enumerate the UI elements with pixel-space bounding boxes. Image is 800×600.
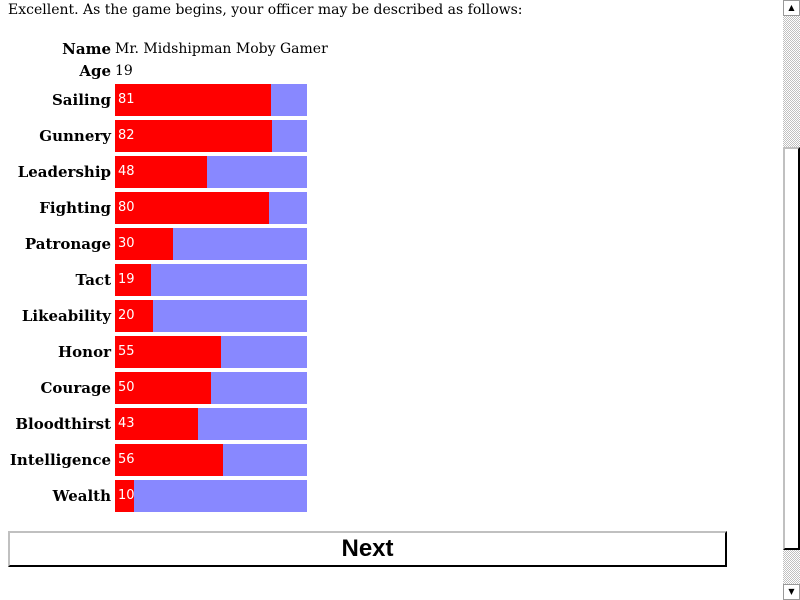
- stat-row-bloodthirst: Bloodthirst 43: [0, 408, 800, 440]
- stat-value: 56: [118, 452, 135, 467]
- stat-bar-fill: [115, 192, 269, 224]
- age-value: 19: [115, 63, 133, 79]
- stat-bar: 30: [115, 228, 307, 260]
- stat-label: Patronage: [24, 235, 111, 253]
- stat-row-wealth: Wealth 10: [0, 480, 800, 512]
- stat-label: Leadership: [17, 163, 111, 181]
- stat-bar: 55: [115, 336, 307, 368]
- stat-label: Tact: [75, 271, 111, 289]
- scrollbar-thumb[interactable]: [783, 147, 800, 550]
- stat-value: 81: [118, 92, 135, 107]
- stat-bar: 20: [115, 300, 307, 332]
- stat-label: Intelligence: [9, 451, 111, 469]
- stat-row-patronage: Patronage 30: [0, 228, 800, 260]
- stat-bar: 56: [115, 444, 307, 476]
- stat-bar: 80: [115, 192, 307, 224]
- name-row: Name Mr. Midshipman Moby Gamer: [0, 40, 800, 60]
- stat-label: Fighting: [39, 199, 111, 217]
- stat-label: Courage: [40, 379, 111, 397]
- next-button[interactable]: Next: [8, 531, 727, 567]
- stat-row-likeability: Likeability 20: [0, 300, 800, 332]
- stat-value: 43: [118, 416, 135, 431]
- stat-label: Likeability: [21, 307, 111, 325]
- stat-value: 10: [118, 488, 135, 503]
- stat-bar-fill: [115, 84, 271, 116]
- stat-row-fighting: Fighting 80: [0, 192, 800, 224]
- stat-row-honor: Honor 55: [0, 336, 800, 368]
- stat-bar: 81: [115, 84, 307, 116]
- arrow-down-icon[interactable]: ▼: [783, 584, 800, 600]
- stat-value: 19: [118, 272, 135, 287]
- intro-text: Excellent. As the game begins, your offi…: [8, 2, 523, 18]
- stat-value: 30: [118, 236, 135, 251]
- name-label: Name: [62, 40, 111, 58]
- stat-bar: 10: [115, 480, 307, 512]
- stat-value: 55: [118, 344, 135, 359]
- stat-bar: 43: [115, 408, 307, 440]
- stat-label: Wealth: [52, 487, 111, 505]
- stat-bar: 82: [115, 120, 307, 152]
- stat-value: 50: [118, 380, 135, 395]
- stat-label: Gunnery: [39, 127, 111, 145]
- stat-bar: 50: [115, 372, 307, 404]
- stat-row-tact: Tact 19: [0, 264, 800, 296]
- age-row: Age 19: [0, 62, 800, 82]
- stat-value: 80: [118, 200, 135, 215]
- stat-value: 20: [118, 308, 135, 323]
- age-label: Age: [79, 62, 111, 80]
- stat-label: Sailing: [51, 91, 111, 109]
- stat-row-sailing: Sailing 81: [0, 84, 800, 116]
- name-value: Mr. Midshipman Moby Gamer: [115, 41, 328, 57]
- stat-row-courage: Courage 50: [0, 372, 800, 404]
- stat-row-leadership: Leadership 48: [0, 156, 800, 188]
- arrow-up-icon[interactable]: ▲: [783, 0, 800, 16]
- stat-bar: 48: [115, 156, 307, 188]
- stat-bar-fill: [115, 120, 273, 152]
- vertical-scrollbar[interactable]: ▲ ▼: [783, 0, 800, 600]
- stat-value: 82: [118, 128, 135, 143]
- stat-bar: 19: [115, 264, 307, 296]
- stat-label: Honor: [58, 343, 111, 361]
- stat-row-intelligence: Intelligence 56: [0, 444, 800, 476]
- stat-row-gunnery: Gunnery 82: [0, 120, 800, 152]
- stat-label: Bloodthirst: [15, 415, 111, 433]
- stat-value: 48: [118, 164, 135, 179]
